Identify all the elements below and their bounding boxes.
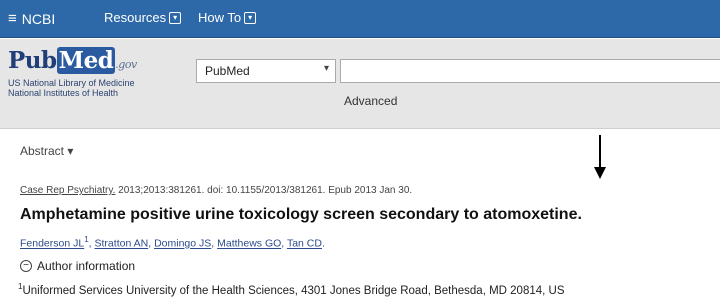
- journal-link[interactable]: Case Rep Psychiatry.: [20, 185, 115, 196]
- author-information-label: Author information: [37, 259, 136, 273]
- howto-menu[interactable]: How To ▾: [198, 10, 257, 25]
- chevron-down-icon: ▾: [244, 11, 257, 24]
- pubmed-wordmark: PubMed .gov: [8, 47, 137, 74]
- logo-pub: Pub: [8, 47, 57, 74]
- citation-details: 2013;2013:381261. doi: 10.1155/2013/3812…: [115, 185, 413, 196]
- citation: Case Rep Psychiatry. 2013;2013:381261. d…: [20, 185, 412, 196]
- author-link[interactable]: Fenderson JL: [20, 238, 84, 250]
- database-select-value: PubMed: [205, 64, 250, 78]
- author-list: Fenderson JL1, Stratton AN, Domingo JS, …: [20, 235, 325, 250]
- logo-subtitle-line2: National Institutes of Health: [8, 88, 119, 98]
- advanced-search-link[interactable]: Advanced: [344, 94, 397, 108]
- affiliation-text: Uniformed Services University of the Hea…: [22, 284, 565, 297]
- down-arrow-annotation: [594, 135, 606, 179]
- logo-gov: .gov: [115, 58, 137, 71]
- logo-med: Med: [56, 47, 116, 74]
- search-banner: PubMed .gov US National Library of Medici…: [0, 39, 720, 129]
- search-input[interactable]: [340, 59, 720, 83]
- format-dropdown-label: Abstract: [20, 144, 65, 158]
- chevron-down-icon: ▾: [169, 11, 182, 24]
- ncbi-brand-text: NCBI: [21, 10, 56, 27]
- resources-menu-label: Resources: [104, 10, 167, 25]
- ncbi-logo-icon: ≡: [8, 10, 17, 27]
- ncbi-topbar: ≡ NCBI Resources ▾ How To ▾: [0, 0, 720, 38]
- chevron-down-icon: ▾: [323, 63, 329, 74]
- author-affiliation-ref[interactable]: 1: [84, 235, 88, 244]
- collapse-icon: −: [20, 260, 32, 272]
- logo-subtitle: US National Library of Medicine National…: [8, 78, 135, 98]
- author-link[interactable]: Matthews GO: [217, 238, 281, 250]
- pubmed-logo[interactable]: PubMed .gov US National Library of Medici…: [8, 47, 178, 111]
- database-select[interactable]: PubMed ▾: [196, 59, 336, 83]
- article-title: Amphetamine positive urine toxicology sc…: [20, 206, 582, 223]
- ncbi-home-link[interactable]: ≡ NCBI: [8, 10, 55, 27]
- chevron-down-icon: ▾: [67, 144, 74, 158]
- howto-menu-label: How To: [198, 10, 242, 25]
- logo-subtitle-line1: US National Library of Medicine: [8, 78, 135, 88]
- author-link[interactable]: Tan CD: [287, 238, 322, 250]
- format-dropdown[interactable]: Abstract ▾: [20, 144, 73, 158]
- affiliation: 1Uniformed Services University of the He…: [18, 282, 565, 297]
- resources-menu[interactable]: Resources ▾: [104, 10, 182, 25]
- author-link[interactable]: Domingo JS: [154, 238, 211, 250]
- author-information-toggle[interactable]: − Author information: [20, 259, 135, 273]
- author-link[interactable]: Stratton AN: [95, 238, 149, 250]
